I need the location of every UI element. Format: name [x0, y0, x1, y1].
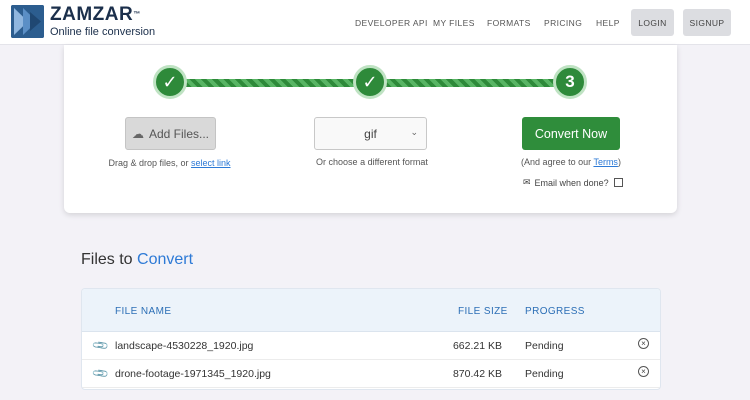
cloud-upload-icon: ☁	[131, 126, 144, 141]
drag-drop-hint: Drag & drop files, or select link	[108, 158, 231, 168]
signup-button[interactable]: SIGNUP	[683, 9, 731, 36]
email-when-done: ✉ Email when done?	[523, 177, 623, 188]
file-name: landscape-4530228_1920.jpg	[115, 340, 254, 352]
nav-pricing[interactable]: PRICING	[544, 18, 582, 28]
progress-line-1	[186, 79, 356, 87]
step-1-check-icon: ✓	[153, 65, 187, 99]
table-header: FILE NAME FILE SIZE PROGRESS	[82, 289, 660, 332]
file-status: Pending	[525, 368, 564, 380]
progress-line-2	[386, 79, 556, 87]
paperclip-icon: 📎	[92, 336, 111, 355]
remove-file-icon[interactable]: ×	[638, 366, 649, 377]
step-3-indicator: 3	[553, 65, 587, 99]
email-checkbox[interactable]	[613, 178, 623, 187]
converter-card: ✓ ✓ 3 ☁ Add Files... Drag & drop files, …	[64, 45, 677, 213]
chevron-down-icon: ⌄	[410, 127, 418, 137]
column-header-file-name: FILE NAME	[115, 306, 172, 317]
convert-now-button[interactable]: Convert Now	[522, 117, 620, 150]
file-name: drone-footage-1971345_1920.jpg	[115, 368, 271, 380]
table-row: 📎 landscape-4530228_1920.jpg 662.21 KB P…	[82, 332, 660, 360]
format-hint: Or choose a different format	[316, 157, 428, 167]
paperclip-icon: 📎	[92, 364, 111, 383]
column-header-progress: PROGRESS	[525, 306, 585, 317]
format-value: gif	[364, 126, 377, 141]
logo-tagline: Online file conversion	[50, 26, 156, 38]
nav-developer-api[interactable]: DEVELOPER API	[355, 18, 428, 28]
zamzar-logo-icon	[11, 5, 44, 38]
terms-link[interactable]: Terms	[593, 157, 618, 167]
zamzar-logo[interactable]: ZAMZAR™ Online file conversion	[11, 5, 155, 38]
terms-agreement: (And agree to our Terms)	[521, 157, 621, 167]
nav-formats[interactable]: FORMATS	[487, 18, 531, 28]
add-files-label: Add Files...	[148, 126, 210, 141]
top-header: ZAMZAR™ Online file conversion DEVELOPER…	[0, 0, 750, 45]
nav-help[interactable]: HELP	[596, 18, 620, 28]
file-size: 870.42 KB	[452, 368, 502, 380]
select-link[interactable]: select link	[191, 158, 231, 168]
files-table: FILE NAME FILE SIZE PROGRESS 📎 landscape…	[81, 288, 661, 390]
file-status: Pending	[525, 340, 564, 352]
remove-file-icon[interactable]: ×	[638, 338, 649, 349]
table-row: 📎 drone-footage-1971345_1920.jpg 870.42 …	[82, 360, 660, 388]
format-select[interactable]: gif ⌄	[314, 117, 427, 150]
nav-my-files[interactable]: MY FILES	[433, 18, 475, 28]
login-button[interactable]: LOGIN	[631, 9, 674, 36]
email-label: Email when done?	[534, 177, 609, 188]
files-section-title: Files to Convert	[81, 251, 194, 268]
step-2-check-icon: ✓	[353, 65, 387, 99]
add-files-button[interactable]: ☁ Add Files...	[125, 117, 216, 150]
column-header-file-size: FILE SIZE	[458, 306, 508, 317]
envelope-icon: ✉	[523, 177, 531, 187]
file-size: 662.21 KB	[452, 340, 502, 352]
logo-name: ZAMZAR™	[50, 4, 141, 25]
